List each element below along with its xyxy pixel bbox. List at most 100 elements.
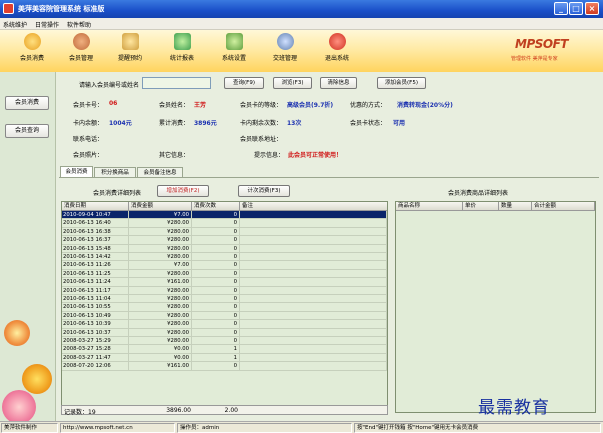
toolbar-shift[interactable]: 交班管理 [259, 33, 311, 69]
menu-help[interactable]: 软件帮助 [67, 20, 91, 29]
column-header-subtotal[interactable]: 合计金额 [532, 202, 595, 211]
phone-label: 联系电话： [73, 136, 104, 143]
reminder-icon [121, 33, 139, 50]
table-row[interactable]: 2010-06-13 11:26 ¥7.00 0 [62, 261, 387, 270]
table-cell: 0 [192, 286, 240, 295]
table-cell: 0 [192, 236, 240, 245]
detail-list-title: 会员消费商品详细列表 [448, 190, 509, 197]
table-cell [240, 227, 387, 237]
status-value: 可用 [393, 120, 406, 127]
table-row[interactable]: 2010-06-13 11:24 ¥161.00 0 [62, 278, 387, 287]
table-row[interactable]: 2008-03-27 11:47 ¥0.00 1 [62, 353, 387, 363]
tip-value: 此会员可正常使用！ [288, 152, 343, 159]
add-consume-button[interactable]: 增加消费(F2) [157, 185, 209, 197]
table-cell: ¥280.00 [129, 219, 192, 228]
table-row[interactable]: 2010-06-13 16:38 ¥280.00 0 [62, 227, 387, 237]
table-cell: ¥280.00 [129, 337, 192, 346]
toolbar-reminder[interactable]: 提醒预约 [104, 33, 156, 69]
table-cell: ¥280.00 [129, 320, 192, 329]
search-input[interactable] [142, 77, 211, 89]
table-row[interactable]: 2010-06-13 10:49 ¥280.00 0 [62, 311, 387, 321]
column-header-date[interactable]: 消费日期 [62, 202, 129, 211]
table-row[interactable]: 2008-07-20 12:06 ¥161.00 0 [62, 362, 387, 371]
nav-member-query-button[interactable]: 会员查询 [5, 124, 49, 138]
balance-value: 1004元 [109, 120, 132, 127]
toolbar-report[interactable]: 统计报表 [156, 33, 208, 69]
table-row[interactable]: 2010-06-13 10:55 ¥280.00 0 [62, 303, 387, 312]
clear-info-button[interactable]: 清除信息 [320, 77, 357, 89]
left-panel: 会员消费 会员查询 [0, 72, 55, 424]
flower-decoration [22, 364, 52, 394]
toolbar: 会员消费 会员管理 提醒预约 统计报表 系统设置 交班管理 退出系统 MPSOF… [0, 30, 603, 72]
table-row[interactable]: 2010-06-13 11:04 ¥280.00 0 [62, 295, 387, 304]
exit-icon [328, 33, 346, 50]
table-cell: ¥7.00 [129, 211, 192, 220]
table-cell [240, 244, 387, 253]
column-header-note[interactable]: 备注 [240, 202, 387, 211]
toolbar-label: 交班管理 [272, 55, 297, 62]
table-cell: ¥280.00 [129, 269, 192, 279]
balance-label: 卡内余额： [73, 120, 104, 127]
detail-table[interactable]: 商品名称 单价 数量 合计金额 [395, 201, 596, 413]
browse-button[interactable]: 浏览(F3) [273, 77, 312, 89]
footer-total-amount: 3896.00 [166, 407, 191, 414]
member-consume-icon [23, 33, 41, 50]
table-row[interactable]: 2010-09-04 10:47 ¥7.00 0 [62, 211, 387, 220]
table-row[interactable]: 2010-06-13 11:25 ¥280.00 0 [62, 269, 387, 279]
table-cell: 2010-06-13 11:04 [62, 295, 129, 304]
table-row[interactable]: 2010-06-13 16:40 ¥280.00 0 [62, 219, 387, 228]
nav-member-consume-button[interactable]: 会员消费 [5, 96, 49, 110]
table-cell: 2010-06-13 16:38 [62, 227, 129, 237]
shift-icon [276, 33, 294, 50]
table-cell [240, 286, 387, 295]
table-row[interactable]: 2010-06-13 14:42 ¥280.00 0 [62, 253, 387, 262]
minimize-button[interactable]: _ [554, 2, 568, 15]
menu-system[interactable]: 系统维护 [3, 20, 27, 29]
table-cell: 2010-09-04 10:47 [62, 211, 129, 220]
table-cell: 2008-03-27 11:47 [62, 353, 129, 363]
column-header-times[interactable]: 消费次数 [192, 202, 240, 211]
toolbar-member-manage[interactable]: 会员管理 [55, 33, 107, 69]
menu-bar: 系统维护 日常操作 软件帮助 [0, 18, 603, 30]
table-cell: 2010-06-13 16:40 [62, 219, 129, 228]
table-row[interactable]: 2008-03-27 15:28 ¥0.00 1 [62, 345, 387, 354]
other-info-label: 其它信息： [159, 152, 190, 159]
table-cell [240, 261, 387, 270]
column-header-qty[interactable]: 数量 [499, 202, 532, 211]
table-cell: 2010-06-13 10:55 [62, 303, 129, 312]
table-row[interactable]: 2010-06-13 10:39 ¥280.00 0 [62, 320, 387, 329]
discount-label: 优惠的方式： [350, 102, 387, 109]
menu-daily[interactable]: 日常操作 [35, 20, 59, 29]
add-member-button[interactable]: 添加会员(F5) [377, 77, 426, 89]
toolbar-member-consume[interactable]: 会员消费 [6, 33, 58, 69]
column-header-amount[interactable]: 消费金额 [129, 202, 192, 211]
count-consume-button[interactable]: 计次消费(F3) [238, 185, 290, 197]
table-cell: 0 [192, 211, 240, 220]
table-cell: 2010-06-13 11:25 [62, 269, 129, 279]
table-cell: 2010-06-13 10:39 [62, 320, 129, 329]
table-row[interactable]: 2010-06-13 15:48 ¥280.00 0 [62, 244, 387, 253]
table-cell: ¥280.00 [129, 236, 192, 245]
toolbar-settings[interactable]: 系统设置 [208, 33, 260, 69]
table-cell: 0 [192, 311, 240, 321]
query-button[interactable]: 查询(F9) [224, 77, 264, 89]
table-cell: 2010-06-13 14:42 [62, 253, 129, 262]
maximize-button[interactable]: □ [569, 2, 583, 15]
table-row[interactable]: 2010-06-13 16:37 ¥280.00 0 [62, 236, 387, 245]
close-button[interactable]: × [585, 2, 599, 15]
photo-label: 会员照片： [73, 152, 104, 159]
column-header-price[interactable]: 单价 [463, 202, 499, 211]
table-cell [240, 219, 387, 228]
window-title: 美萍美容院管理系统 标准版 [18, 5, 105, 13]
status-maker: 美萍软件制作 [1, 423, 58, 433]
column-header-product[interactable]: 商品名称 [396, 202, 463, 211]
table-row[interactable]: 2008-03-27 15:29 ¥280.00 0 [62, 337, 387, 346]
table-cell: ¥7.00 [129, 261, 192, 270]
consume-table[interactable]: 消费日期 消费金额 消费次数 备注 2010-09-04 10:47 ¥7.00 0… [61, 201, 388, 413]
table-cell: 2010-06-13 10:37 [62, 328, 129, 337]
table-cell: 0 [192, 253, 240, 262]
table-cell [240, 211, 387, 220]
table-row[interactable]: 2010-06-13 11:17 ¥280.00 0 [62, 286, 387, 295]
toolbar-exit[interactable]: 退出系统 [311, 33, 363, 69]
table-row[interactable]: 2010-06-13 10:37 ¥280.00 0 [62, 328, 387, 337]
